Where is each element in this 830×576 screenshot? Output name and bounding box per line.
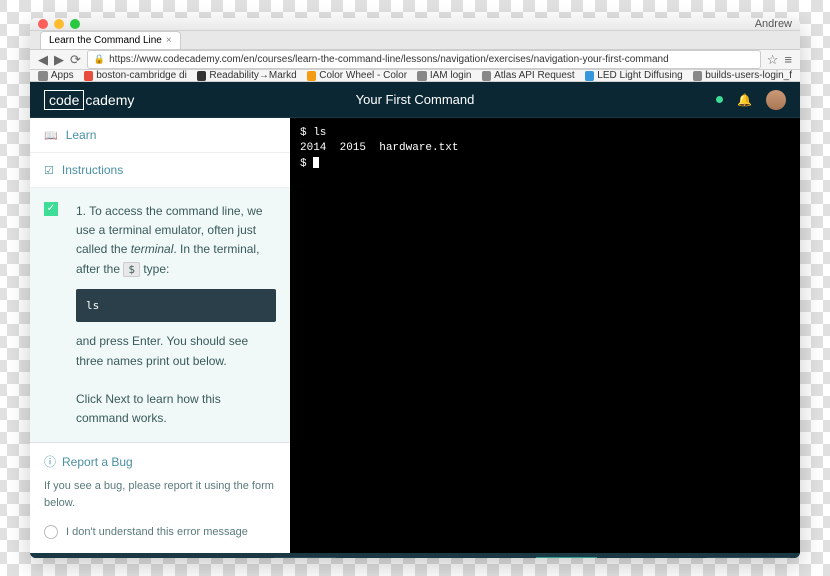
menu-icon[interactable]: ≡ bbox=[784, 52, 792, 67]
book-icon: 📖 bbox=[44, 129, 58, 142]
bug-description: If you see a bug, please report it using… bbox=[44, 478, 276, 511]
maximize-icon[interactable] bbox=[70, 19, 80, 29]
close-icon[interactable]: × bbox=[166, 35, 172, 46]
browser-window: Andrew Learn the Command Line × ◀ ▶ ⟳ 🔒 … bbox=[30, 18, 800, 558]
bookmark-item[interactable]: Readability→Markd bbox=[197, 70, 297, 81]
url-text: https://www.codecademy.com/en/courses/le… bbox=[109, 54, 669, 65]
checkbox-icon: ☑ bbox=[44, 164, 54, 177]
close-icon[interactable] bbox=[38, 19, 48, 29]
tab-instructions[interactable]: ☑ Instructions bbox=[30, 153, 290, 188]
terminal[interactable]: $ ls 2014 2015 hardware.txt $ bbox=[290, 118, 800, 553]
get-help-button[interactable]: Get Help bbox=[707, 557, 790, 558]
user-label: Andrew bbox=[755, 18, 792, 30]
radio-icon[interactable] bbox=[44, 525, 58, 539]
avatar[interactable] bbox=[766, 90, 786, 110]
bookmark-item[interactable]: LED Light Diffusing bbox=[585, 70, 683, 81]
report-bug-section: ⓘ Report a Bug If you see a bug, please … bbox=[30, 442, 290, 553]
tab-title: Learn the Command Line bbox=[49, 35, 162, 46]
lock-icon: 🔒 bbox=[94, 54, 105, 65]
next-button[interactable]: Next bbox=[536, 557, 597, 558]
report-bug-header[interactable]: ⓘ Report a Bug bbox=[44, 453, 276, 470]
browser-tab[interactable]: Learn the Command Line × bbox=[40, 31, 181, 49]
bell-icon[interactable]: 🔔 bbox=[737, 93, 752, 107]
tab-bar: Learn the Command Line × bbox=[30, 31, 800, 50]
bookmark-item[interactable]: builds-users-login_f bbox=[693, 70, 792, 81]
instructions-panel: ✓ 1. To access the command line, we use … bbox=[30, 188, 290, 442]
question-icon: ⓘ bbox=[44, 453, 56, 470]
tab-learn[interactable]: 📖 Learn bbox=[30, 118, 290, 153]
instruction-text: Click Next to learn how this command wor… bbox=[76, 390, 276, 428]
cursor-icon bbox=[313, 157, 319, 168]
back-icon[interactable]: ◀ bbox=[38, 52, 48, 68]
window-controls bbox=[38, 19, 80, 29]
bookmark-item[interactable]: Atlas API Request bbox=[482, 70, 575, 81]
page-title: Your First Command bbox=[356, 92, 475, 107]
url-input[interactable]: 🔒 https://www.codecademy.com/en/courses/… bbox=[87, 50, 761, 69]
bookmark-item[interactable]: Apps bbox=[38, 70, 74, 81]
app-body: 📖 Learn ☑ Instructions ✓ 1. To access th… bbox=[30, 118, 800, 553]
code-key: $ bbox=[123, 262, 140, 277]
bookmark-item[interactable]: boston-cambridge di bbox=[84, 70, 187, 81]
url-bar: ◀ ▶ ⟳ 🔒 https://www.codecademy.com/en/co… bbox=[30, 50, 800, 70]
reload-icon[interactable]: ⟳ bbox=[70, 52, 81, 68]
instruction-text: 1. To access the command line, we use a … bbox=[76, 202, 276, 279]
back-button[interactable]: Back bbox=[274, 557, 337, 558]
titlebar: Andrew bbox=[30, 18, 800, 31]
app-footer: ‹ View All Exercises Back Next Get Help bbox=[30, 553, 800, 558]
sidebar: 📖 Learn ☑ Instructions ✓ 1. To access th… bbox=[30, 118, 290, 553]
check-icon: ✓ bbox=[44, 202, 58, 216]
code-block: ls bbox=[76, 289, 276, 323]
bookmark-item[interactable]: IAM login bbox=[417, 70, 471, 81]
bookmarks-bar: Apps boston-cambridge di Readability→Mar… bbox=[30, 70, 800, 82]
app-header: codecademy Your First Command 🔔 bbox=[30, 82, 800, 118]
forward-icon[interactable]: ▶ bbox=[54, 52, 64, 68]
bug-option[interactable]: I don't understand this error message bbox=[44, 521, 276, 543]
bookmark-item[interactable]: Color Wheel - Color bbox=[307, 70, 407, 81]
star-icon[interactable]: ☆ bbox=[767, 52, 779, 68]
app-content: codecademy Your First Command 🔔 📖 Learn … bbox=[30, 82, 800, 558]
instruction-text: and press Enter. You should see three na… bbox=[76, 332, 276, 370]
minimize-icon[interactable] bbox=[54, 19, 64, 29]
status-indicator-icon bbox=[716, 96, 723, 103]
logo[interactable]: codecademy bbox=[44, 92, 134, 108]
